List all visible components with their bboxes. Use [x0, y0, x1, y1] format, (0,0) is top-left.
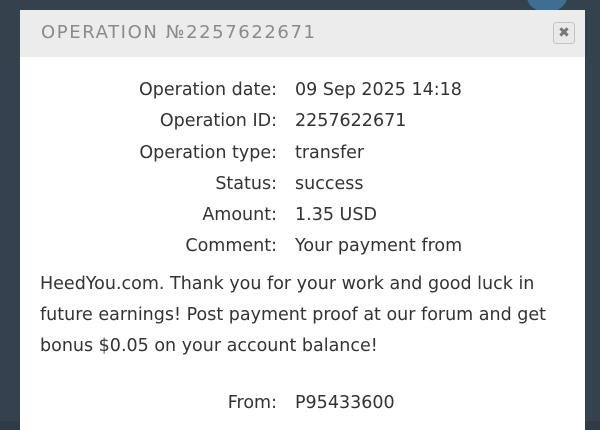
from-value: P95433600 — [295, 393, 395, 413]
comment-row: Comment: Your payment from — [20, 236, 585, 260]
modal-header: OPERATION №2257622671 ✖ — [20, 10, 585, 57]
close-button[interactable]: ✖ — [553, 22, 575, 44]
status-row: Status: success — [20, 174, 585, 198]
operation-id-label: Operation ID: — [159, 111, 277, 131]
operation-id-row: Operation ID: 2257622671 — [20, 111, 585, 135]
operation-id-value: 2257622671 — [295, 111, 407, 131]
status-value: success — [295, 174, 364, 194]
from-row: From: P95433600 — [20, 393, 585, 417]
modal-title: OPERATION №2257622671 — [41, 22, 317, 43]
operation-type-row: Operation type: transfer — [20, 143, 585, 167]
close-icon: ✖ — [558, 25, 570, 41]
amount-value: 1.35 USD — [295, 205, 377, 225]
amount-label: Amount: — [202, 205, 277, 225]
comment-value-first-line: Your payment from — [295, 236, 463, 256]
operation-date-row: Operation date: 09 Sep 2025 14:18 — [20, 80, 585, 104]
operation-type-label: Operation type: — [139, 143, 277, 163]
comment-value-continued: HeedYou.com. Thank you for your work and… — [40, 274, 547, 356]
from-label: From: — [227, 393, 277, 413]
operation-type-value: transfer — [295, 143, 365, 163]
status-label: Status: — [215, 174, 277, 194]
operation-details-modal: OPERATION №2257622671 ✖ Operation date: … — [20, 10, 585, 430]
amount-row: Amount: 1.35 USD — [20, 205, 585, 229]
operation-date-value: 09 Sep 2025 14:18 — [295, 80, 462, 100]
comment-label: Comment: — [185, 236, 277, 256]
operation-date-label: Operation date: — [138, 80, 277, 100]
